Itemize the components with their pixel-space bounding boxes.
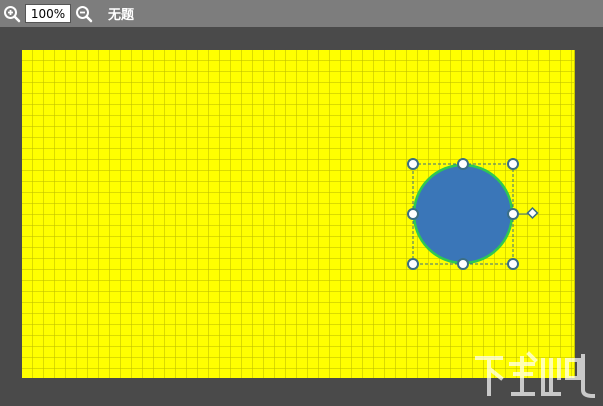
zoom-in-button[interactable] <box>2 4 22 24</box>
canvas-area[interactable] <box>0 27 603 406</box>
resize-handle-right[interactable] <box>507 208 519 220</box>
resize-handle-bottom-right[interactable] <box>507 258 519 270</box>
zoom-in-icon <box>4 5 21 22</box>
resize-handle-left[interactable] <box>407 208 419 220</box>
document-title: 无题 <box>108 8 135 23</box>
resize-handle-bottom-left[interactable] <box>407 258 419 270</box>
zoom-level-input[interactable] <box>25 4 71 23</box>
resize-handle-top-left[interactable] <box>407 158 419 170</box>
zoom-out-button[interactable] <box>74 4 94 24</box>
toolbar: 无题 <box>0 0 603 27</box>
resize-handle-top-right[interactable] <box>507 158 519 170</box>
watermark-logo <box>475 351 596 399</box>
zoom-out-icon <box>76 5 93 22</box>
rotation-handle[interactable] <box>526 206 539 220</box>
resize-handle-bottom[interactable] <box>457 258 469 270</box>
circle-shape[interactable] <box>412 163 514 265</box>
resize-handle-top[interactable] <box>457 158 469 170</box>
